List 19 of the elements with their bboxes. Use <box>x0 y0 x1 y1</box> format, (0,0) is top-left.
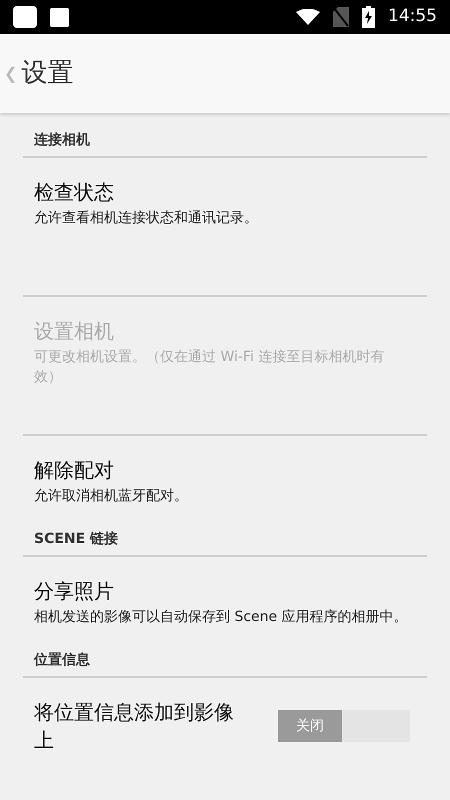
item-description: 相机发送的影像可以自动保存到 Scene 应用程序的相册中。 <box>34 608 409 627</box>
no-sim-icon <box>333 7 349 27</box>
item-description: 允许取消相机蓝牙配对。 <box>34 487 189 506</box>
section-header: 位置信息 <box>34 651 90 670</box>
item-title: 设置相机 <box>34 318 115 345</box>
status-time: 14:55 <box>388 5 437 28</box>
section-header: 连接相机 <box>34 131 90 150</box>
notification-icon <box>50 8 69 26</box>
item-title[interactable]: 检查状态 <box>34 178 410 206</box>
screen-title: 设置 <box>21 57 74 90</box>
section-header: SCENE 链接 <box>34 530 118 549</box>
item-title[interactable]: 解除配对 <box>34 456 410 484</box>
wifi-icon <box>296 9 320 25</box>
battery-charging-icon <box>362 6 375 28</box>
notification-icon <box>13 6 37 28</box>
item-title[interactable]: 分享照片 <box>34 577 410 605</box>
item-title[interactable]: 将位置信息添加到影像上 <box>34 698 249 754</box>
item-description: 可更改相机设置。（仅在通过 Wi-Fi 连接至目标相机时有效） <box>34 348 386 387</box>
item-description: 允许查看相机连接状态和通讯记录。 <box>34 209 259 228</box>
